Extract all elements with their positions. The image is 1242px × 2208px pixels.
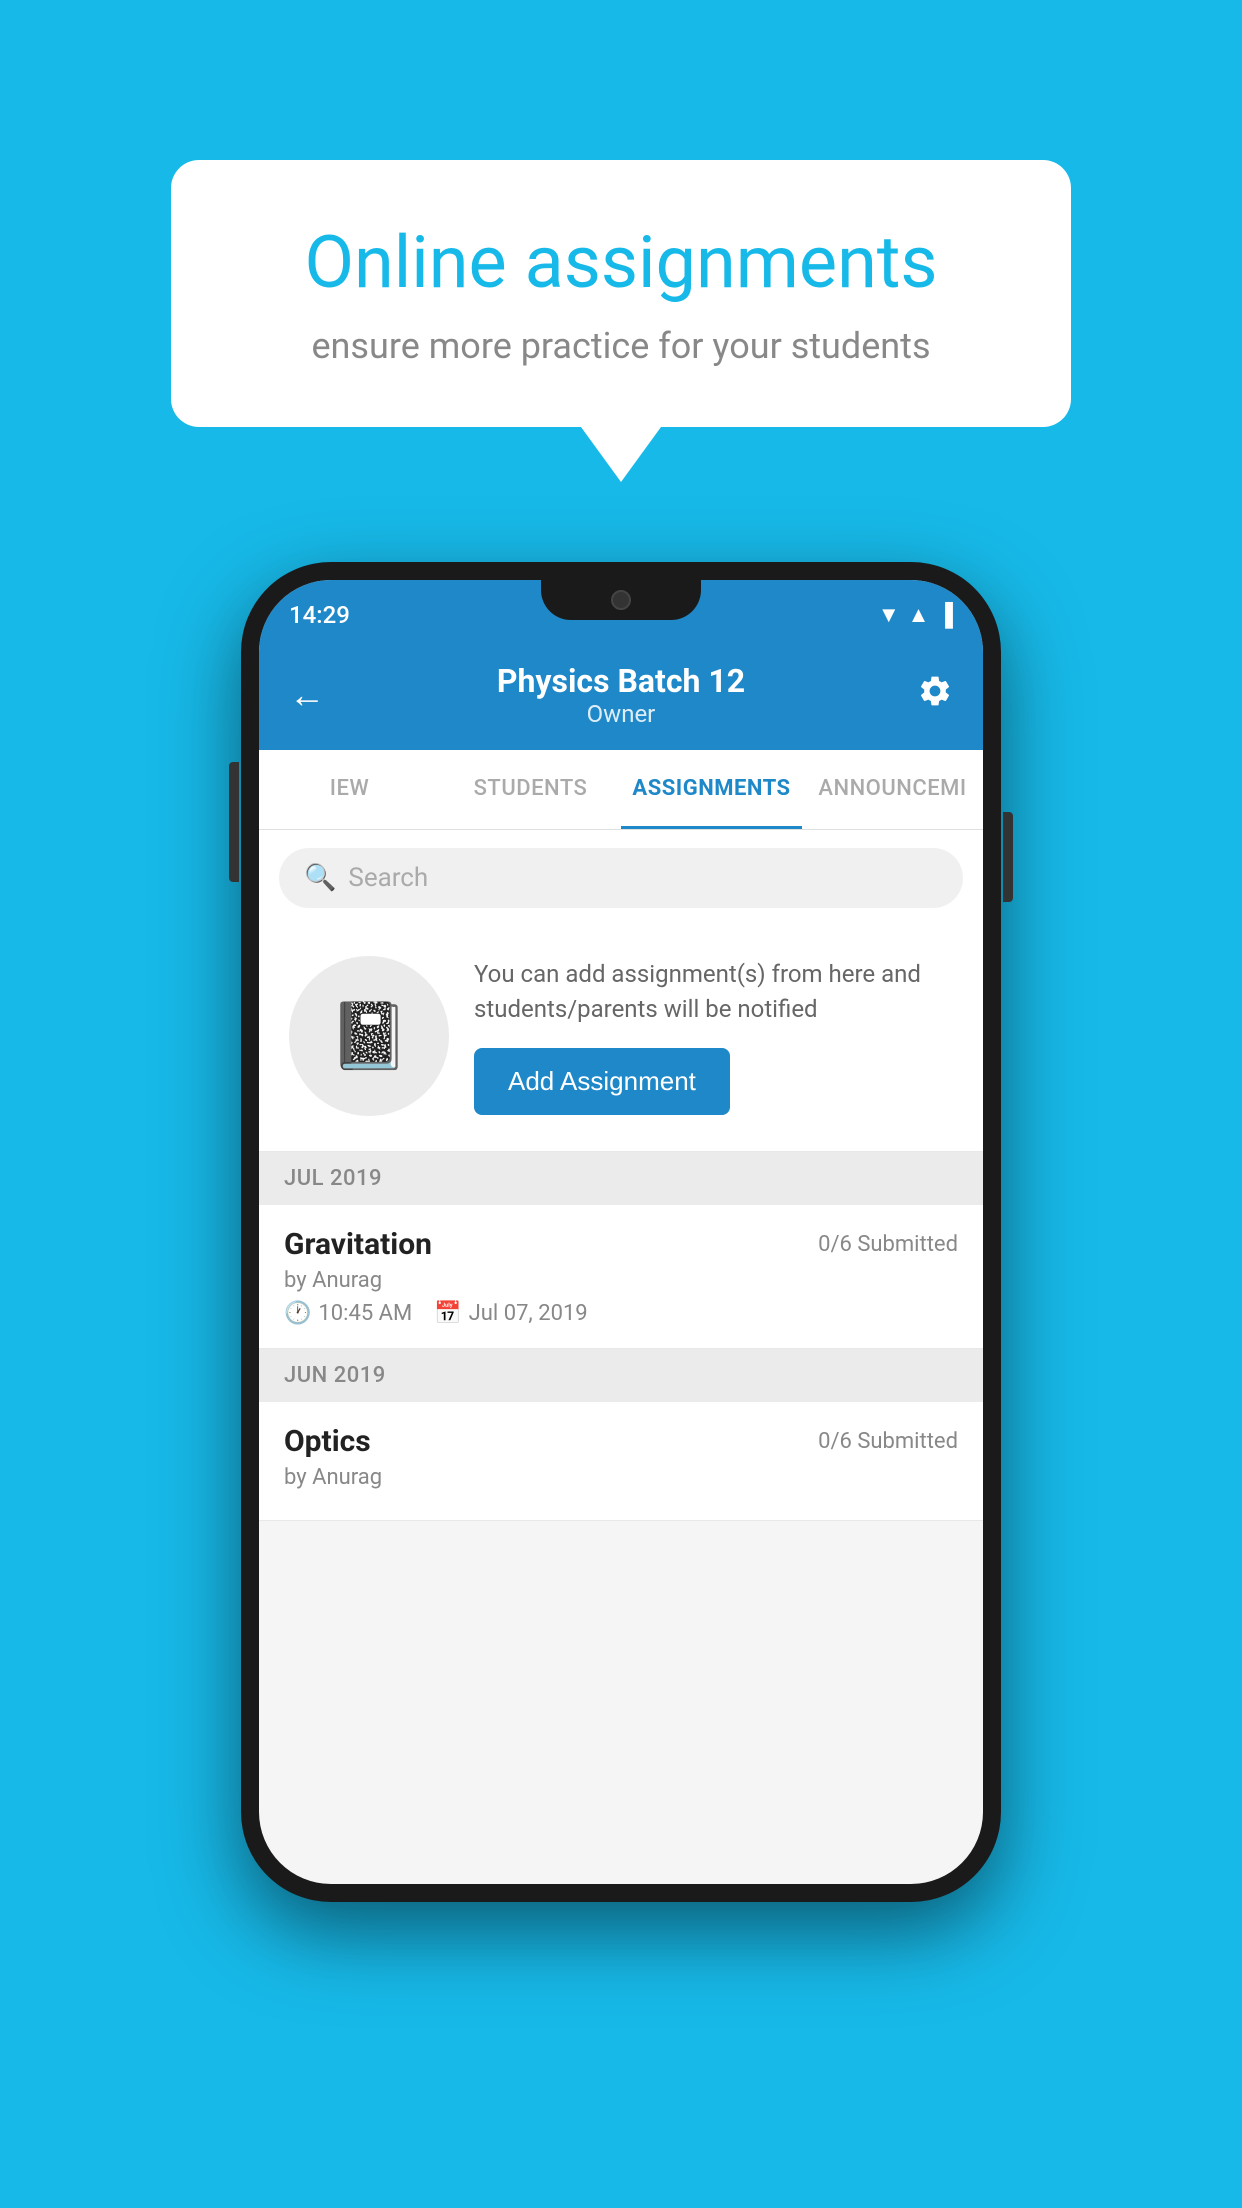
settings-icon[interactable]	[917, 673, 953, 718]
assignment-item-header: Gravitation 0/6 Submitted	[284, 1227, 958, 1262]
assignment-name: Gravitation	[284, 1227, 432, 1262]
assignment-submitted: 0/6 Submitted	[818, 1232, 958, 1257]
search-icon: 🔍	[304, 863, 336, 893]
assignment-author: by Anurag	[284, 1268, 958, 1293]
assignment-meta: 🕐 10:45 AM 📅 Jul 07, 2019	[284, 1301, 958, 1326]
search-container: 🔍 Search	[259, 830, 983, 926]
app-bar: ← Physics Batch 12 Owner	[259, 640, 983, 750]
assignment-time: 🕐 10:45 AM	[284, 1301, 412, 1326]
assignment-item-optics[interactable]: Optics 0/6 Submitted by Anurag	[259, 1402, 983, 1521]
back-button[interactable]: ←	[289, 674, 325, 716]
speech-bubble: Online assignments ensure more practice …	[171, 160, 1071, 427]
content-area: 🔍 Search 📓 You can add assignment(s) fro…	[259, 830, 983, 1521]
speech-bubble-subtitle: ensure more practice for your students	[241, 325, 1001, 367]
assignment-item-header-optics: Optics 0/6 Submitted	[284, 1424, 958, 1459]
assignment-name-optics: Optics	[284, 1424, 371, 1459]
phone-screen: 14:29 ▼ ▲ ▐ ← Physics Batch 12 Owner	[259, 580, 983, 1884]
assignment-icon-circle: 📓	[289, 956, 449, 1116]
assignment-date: 📅 Jul 07, 2019	[434, 1301, 587, 1326]
tab-assignments[interactable]: ASSIGNMENTS	[621, 750, 802, 829]
notch-camera	[611, 590, 631, 610]
signal-icon: ▲	[908, 602, 930, 628]
add-assignment-description: You can add assignment(s) from here and …	[474, 957, 953, 1027]
app-bar-subtitle: Owner	[497, 700, 745, 728]
clock-icon: 🕐	[284, 1301, 311, 1326]
wifi-icon: ▼	[878, 602, 900, 628]
tab-announcements[interactable]: ANNOUNCEMI	[802, 750, 983, 829]
add-assignment-button[interactable]: Add Assignment	[474, 1048, 730, 1115]
search-placeholder: Search	[348, 863, 428, 893]
status-time: 14:29	[289, 601, 350, 629]
section-header-jun: JUN 2019	[259, 1349, 983, 1402]
app-bar-title: Physics Batch 12	[497, 662, 745, 700]
notebook-icon: 📓	[329, 998, 410, 1074]
tabs-bar: IEW STUDENTS ASSIGNMENTS ANNOUNCEMI	[259, 750, 983, 830]
assignment-author-optics: by Anurag	[284, 1465, 958, 1490]
calendar-icon: 📅	[434, 1301, 461, 1326]
speech-bubble-arrow	[581, 427, 661, 482]
tab-students[interactable]: STUDENTS	[440, 750, 621, 829]
speech-bubble-title: Online assignments	[241, 220, 1001, 305]
add-assignment-card: 📓 You can add assignment(s) from here an…	[259, 926, 983, 1152]
phone-frame: 14:29 ▼ ▲ ▐ ← Physics Batch 12 Owner	[241, 562, 1001, 1902]
search-box[interactable]: 🔍 Search	[279, 848, 963, 908]
speech-bubble-container: Online assignments ensure more practice …	[171, 160, 1071, 482]
add-assignment-content: You can add assignment(s) from here and …	[474, 957, 953, 1116]
tab-iew[interactable]: IEW	[259, 750, 440, 829]
phone-device: 14:29 ▼ ▲ ▐ ← Physics Batch 12 Owner	[241, 562, 1001, 1902]
section-header-jul: JUL 2019	[259, 1152, 983, 1205]
battery-icon: ▐	[937, 602, 953, 628]
assignment-submitted-optics: 0/6 Submitted	[818, 1429, 958, 1454]
status-icons: ▼ ▲ ▐	[878, 602, 953, 628]
phone-notch	[541, 580, 701, 620]
assignment-item-gravitation[interactable]: Gravitation 0/6 Submitted by Anurag 🕐 10…	[259, 1205, 983, 1349]
app-bar-title-container: Physics Batch 12 Owner	[497, 662, 745, 728]
